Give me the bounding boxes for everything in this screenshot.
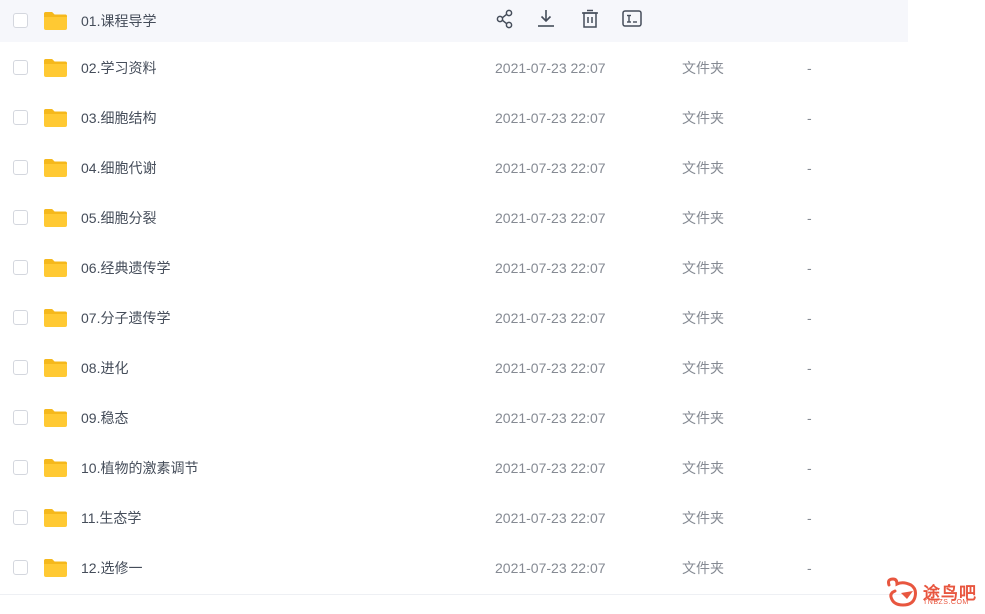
folder-icon xyxy=(44,409,67,427)
folder-icon xyxy=(44,309,67,327)
folder-icon xyxy=(44,259,67,277)
folder-icon xyxy=(44,209,67,227)
file-name[interactable]: 06.经典遗传学 xyxy=(81,258,170,278)
file-name[interactable]: 05.细胞分裂 xyxy=(81,208,156,228)
folder-icon xyxy=(44,59,67,77)
row-checkbox[interactable] xyxy=(13,310,28,325)
row-checkbox[interactable] xyxy=(13,460,28,475)
file-row[interactable]: 12.选修一 2021-07-23 22:07 文件夹 - xyxy=(0,543,908,593)
file-row[interactable]: 05.细胞分裂 2021-07-23 22:07 文件夹 - xyxy=(0,193,908,243)
file-date: 2021-07-23 22:07 xyxy=(495,310,606,326)
file-size: - xyxy=(807,360,812,376)
file-name[interactable]: 09.稳态 xyxy=(81,408,128,428)
file-name[interactable]: 03.细胞结构 xyxy=(81,108,156,128)
file-type: 文件夹 xyxy=(682,260,724,276)
file-name[interactable]: 04.细胞代谢 xyxy=(81,158,156,178)
row-checkbox[interactable] xyxy=(13,360,28,375)
row-checkbox[interactable] xyxy=(13,210,28,225)
file-size: - xyxy=(807,560,812,576)
file-date: 2021-07-23 22:07 xyxy=(495,260,606,276)
file-date: 2021-07-23 22:07 xyxy=(495,460,606,476)
file-size: - xyxy=(807,310,812,326)
file-type: 文件夹 xyxy=(682,60,724,76)
file-row[interactable]: 07.分子遗传学 2021-07-23 22:07 文件夹 - xyxy=(0,293,908,343)
file-type: 文件夹 xyxy=(682,160,724,176)
file-type: 文件夹 xyxy=(682,410,724,426)
list-bottom-divider xyxy=(0,594,908,595)
row-checkbox[interactable] xyxy=(13,410,28,425)
folder-icon xyxy=(44,559,67,577)
file-type: 文件夹 xyxy=(682,210,724,226)
rename-icon[interactable] xyxy=(621,8,643,30)
file-date: 2021-07-23 22:07 xyxy=(495,560,606,576)
file-name[interactable]: 12.选修一 xyxy=(81,558,142,578)
file-row[interactable]: 04.细胞代谢 2021-07-23 22:07 文件夹 - xyxy=(0,143,908,193)
watermark: 途鸟吧 TNBZS.COM xyxy=(883,575,983,609)
file-date: 2021-07-23 22:07 xyxy=(495,410,606,426)
delete-icon[interactable] xyxy=(579,8,601,30)
file-type: 文件夹 xyxy=(682,360,724,376)
file-row[interactable]: 08.进化 2021-07-23 22:07 文件夹 - xyxy=(0,343,908,393)
folder-icon xyxy=(44,12,67,30)
folder-icon xyxy=(44,459,67,477)
folder-icon xyxy=(44,509,67,527)
file-row-hovered[interactable]: 01.课程导学 xyxy=(0,0,908,42)
row-checkbox[interactable] xyxy=(13,510,28,525)
file-name[interactable]: 08.进化 xyxy=(81,358,128,378)
share-icon[interactable] xyxy=(494,8,516,30)
row-checkbox[interactable] xyxy=(13,110,28,125)
file-type: 文件夹 xyxy=(682,110,724,126)
row-checkbox[interactable] xyxy=(13,260,28,275)
file-date: 2021-07-23 22:07 xyxy=(495,510,606,526)
file-date: 2021-07-23 22:07 xyxy=(495,360,606,376)
download-icon[interactable] xyxy=(535,8,557,30)
file-type: 文件夹 xyxy=(682,310,724,326)
file-row[interactable]: 10.植物的激素调节 2021-07-23 22:07 文件夹 - xyxy=(0,443,908,493)
file-row[interactable]: 11.生态学 2021-07-23 22:07 文件夹 - xyxy=(0,493,908,543)
watermark-logo-icon xyxy=(887,577,917,607)
file-row[interactable]: 09.稳态 2021-07-23 22:07 文件夹 - xyxy=(0,393,908,443)
row-checkbox[interactable] xyxy=(13,560,28,575)
row-checkbox[interactable] xyxy=(13,160,28,175)
file-name[interactable]: 11.生态学 xyxy=(81,508,141,528)
file-name[interactable]: 07.分子遗传学 xyxy=(81,308,170,328)
file-date: 2021-07-23 22:07 xyxy=(495,210,606,226)
folder-icon xyxy=(44,359,67,377)
watermark-text-en: TNBZS.COM xyxy=(923,599,969,606)
file-type: 文件夹 xyxy=(682,510,724,526)
folder-icon xyxy=(44,109,67,127)
file-size: - xyxy=(807,260,812,276)
file-size: - xyxy=(807,460,812,476)
file-name[interactable]: 02.学习资料 xyxy=(81,58,156,78)
file-date: 2021-07-23 22:07 xyxy=(495,110,606,126)
file-row[interactable]: 02.学习资料 2021-07-23 22:07 文件夹 - xyxy=(0,43,908,93)
file-date: 2021-07-23 22:07 xyxy=(495,60,606,76)
file-row[interactable]: 03.细胞结构 2021-07-23 22:07 文件夹 - xyxy=(0,93,908,143)
file-type: 文件夹 xyxy=(682,560,724,576)
file-size: - xyxy=(807,210,812,226)
file-size: - xyxy=(807,160,812,176)
file-size: - xyxy=(807,510,812,526)
file-name[interactable]: 10.植物的激素调节 xyxy=(81,458,198,478)
file-date: 2021-07-23 22:07 xyxy=(495,160,606,176)
file-name[interactable]: 01.课程导学 xyxy=(81,11,156,31)
file-list: 01.课程导学 02.学习资料 2021-07-23 22:07 文件夹 - 0… xyxy=(0,0,985,612)
file-type: 文件夹 xyxy=(682,460,724,476)
file-row[interactable]: 06.经典遗传学 2021-07-23 22:07 文件夹 - xyxy=(0,243,908,293)
file-size: - xyxy=(807,410,812,426)
file-size: - xyxy=(807,110,812,126)
row-checkbox[interactable] xyxy=(13,13,28,28)
file-size: - xyxy=(807,60,812,76)
folder-icon xyxy=(44,159,67,177)
row-checkbox[interactable] xyxy=(13,60,28,75)
